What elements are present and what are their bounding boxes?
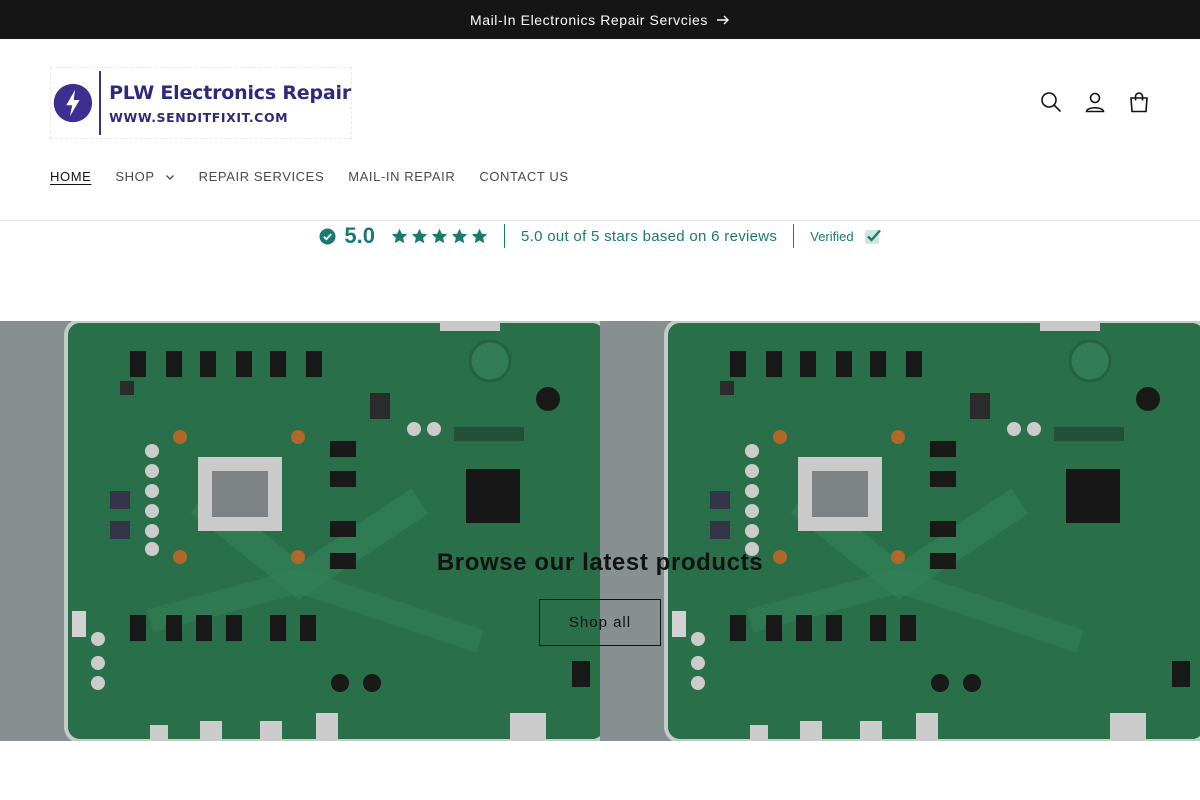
reviews-widget[interactable]: 5.0 5.0 out of 5 stars based on 6 review… xyxy=(0,221,1200,251)
hero-overlay xyxy=(0,321,1200,741)
nav-item-repair-services[interactable]: REPAIR SERVICES xyxy=(199,169,325,184)
verified-check-icon xyxy=(864,229,881,244)
search-icon xyxy=(1041,92,1062,113)
nav-item-shop[interactable]: SHOP xyxy=(115,169,174,184)
hero-banner: Browse our latest products Shop all xyxy=(0,321,1200,741)
nav-item-label: CONTACT US xyxy=(479,169,569,184)
announcement-text: Mail-In Electronics Repair Servcies xyxy=(469,11,709,28)
account-icon xyxy=(1085,92,1105,113)
cart-button[interactable] xyxy=(1126,89,1152,115)
nav-item-mail-in-repair[interactable]: MAIL-IN REPAIR xyxy=(348,169,455,184)
star-icon xyxy=(391,228,408,243)
nav-item-contact-us[interactable]: CONTACT US xyxy=(479,169,568,184)
header-icons xyxy=(1038,89,1152,115)
announcement-bar: Mail-In Electronics Repair Servcies xyxy=(0,0,1200,39)
verified-label: Verified xyxy=(810,228,854,244)
nav-item-label: SHOP xyxy=(115,169,155,184)
shop-all-button[interactable]: Shop all xyxy=(539,599,661,646)
nav-item-label: REPAIR SERVICES xyxy=(198,169,325,184)
star-icon xyxy=(471,228,488,243)
logo-name: PLW Electronics Repair xyxy=(109,81,351,104)
review-summary: 5.0 out of 5 stars based on 6 reviews xyxy=(520,227,778,245)
nav-item-label: MAIL-IN REPAIR xyxy=(348,169,456,184)
nav-item-home[interactable]: HOME xyxy=(50,169,91,184)
cart-icon xyxy=(1130,92,1148,113)
arrow-right-icon xyxy=(717,15,730,24)
check-circle-icon xyxy=(319,228,336,244)
search-button[interactable] xyxy=(1038,89,1064,115)
star-icon xyxy=(431,228,448,243)
hero-content: Browse our latest products Shop all xyxy=(0,549,1200,646)
chevron-down-icon xyxy=(165,174,174,180)
main-nav: HOME SHOP REPAIR SERVICES MAIL-IN REPAIR… xyxy=(50,169,569,184)
review-stars xyxy=(391,228,488,245)
review-separator xyxy=(503,224,505,248)
logo-divider xyxy=(98,71,102,135)
site-header: PLW Electronics Repair WWW.SENDITFIXIT.C… xyxy=(0,39,1200,221)
logo-url: WWW.SENDITFIXIT.COM xyxy=(109,109,289,125)
verified-badge: Verified xyxy=(810,228,881,245)
account-button[interactable] xyxy=(1082,89,1108,115)
nav-item-label: HOME xyxy=(50,169,92,184)
review-separator xyxy=(793,224,795,248)
star-icon xyxy=(411,228,428,243)
hero-title: Browse our latest products xyxy=(436,549,764,576)
announcement-link[interactable]: Mail-In Electronics Repair Servcies xyxy=(470,12,730,28)
review-score: 5.0 xyxy=(344,223,375,248)
lightning-bolt-icon xyxy=(53,83,93,123)
site-logo[interactable]: PLW Electronics Repair WWW.SENDITFIXIT.C… xyxy=(50,67,352,139)
star-icon xyxy=(451,228,468,243)
